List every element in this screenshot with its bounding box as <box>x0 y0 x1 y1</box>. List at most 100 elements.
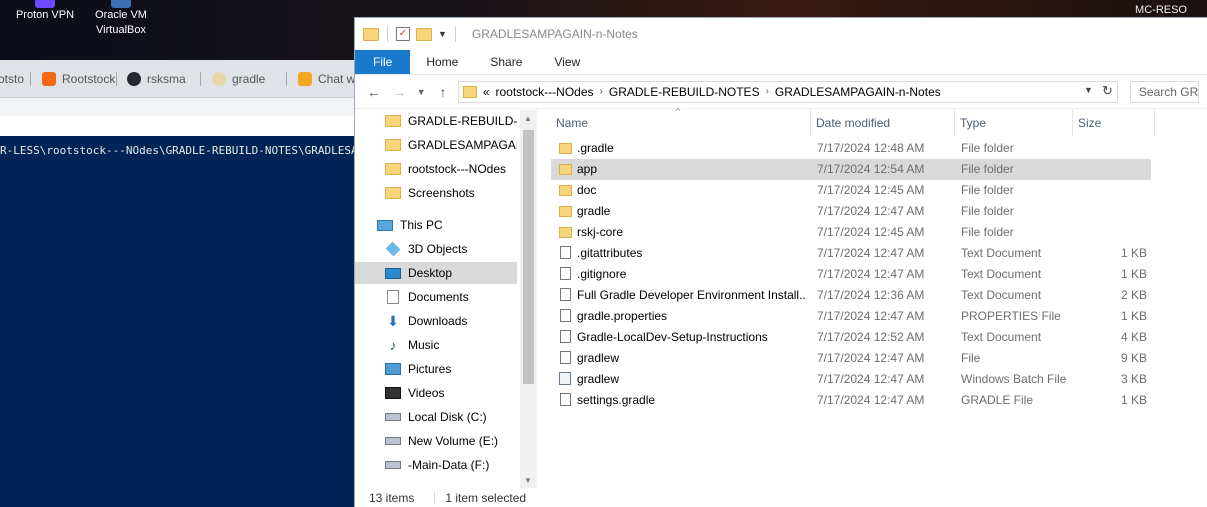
file-row[interactable]: app 7/17/2024 12:54 AM File folder <box>551 159 1151 180</box>
address-bar[interactable]: « rootstock---NOdes › GRADLE-REBUILD-NOT… <box>457 80 1118 103</box>
tab-home[interactable]: Home <box>410 50 474 74</box>
file-row[interactable]: settings.gradle 7/17/2024 12:47 AM GRADLE … <box>551 390 1151 411</box>
file-row[interactable]: .gitignore 7/17/2024 12:47 AM Text Documen… <box>551 264 1151 285</box>
desktop-shortcut-proton-vpn[interactable]: Proton VPN <box>10 0 80 23</box>
column-header-size[interactable]: Size <box>1073 110 1155 136</box>
desktop-shortcut-virtualbox[interactable]: Oracle VM VirtualBox <box>86 0 156 38</box>
file-row[interactable]: Full Gradle Developer Environment Instal… <box>551 285 1151 306</box>
file-size: 1 KB <box>1120 309 1147 323</box>
browser-tab[interactable]: gradle <box>212 70 265 88</box>
download-arrow-icon: ⬇ <box>387 313 399 329</box>
navigation-pane: GRADLE-REBUILD-NOTES GRADLESAMPAGAIN roo… <box>355 110 520 488</box>
desktop-shortcut-label: Proton VPN <box>15 9 75 21</box>
file-name: .gitignore <box>577 267 627 281</box>
navigation-scrollbar[interactable]: ▲ ▼ <box>520 110 537 488</box>
up-arrow-icon[interactable]: ↑ <box>432 84 454 100</box>
file-type: File folder <box>961 162 1014 176</box>
file-row[interactable]: Gradle-LocalDev-Setup-Instructions 7/17/2… <box>551 327 1151 348</box>
browser-tab-label: rsksma <box>147 72 186 86</box>
file-date-modified: 7/17/2024 12:47 AM <box>817 246 925 260</box>
status-bar: 13 items 1 item selected <box>355 488 1207 507</box>
rootstock-icon <box>42 72 56 86</box>
nav-item-downloads[interactable]: ⬇ Downloads <box>355 310 517 332</box>
file-row[interactable]: gradlew 7/17/2024 12:47 AM Windows Batch F… <box>551 369 1151 390</box>
customize-toolbar-icon[interactable]: ▼ <box>438 29 447 39</box>
new-folder-icon[interactable] <box>416 27 432 41</box>
chevron-right-icon[interactable]: › <box>766 86 769 97</box>
terminal-window[interactable] <box>0 116 356 507</box>
file-size: 9 KB <box>1120 351 1147 365</box>
file-date-modified: 7/17/2024 12:52 AM <box>817 330 925 344</box>
chevron-right-icon[interactable]: › <box>600 86 603 97</box>
nav-item-desktop[interactable]: Desktop <box>355 262 517 284</box>
file-row[interactable]: gradle 7/17/2024 12:47 AM File folder <box>551 201 1151 222</box>
file-date-modified: 7/17/2024 12:47 AM <box>817 393 925 407</box>
column-header-date-modified[interactable]: Date modified <box>811 110 955 136</box>
breadcrumb-item[interactable]: GRADLESAMPAGAIN-n-Notes <box>775 85 941 99</box>
nav-item-local-disk-c[interactable]: Local Disk (C:) <box>355 406 517 428</box>
file-row[interactable]: doc 7/17/2024 12:45 AM File folder <box>551 180 1151 201</box>
nav-item-label: New Volume (E:) <box>408 434 499 448</box>
drive-icon <box>385 461 401 469</box>
browser-tab-label: Chat w <box>318 72 356 86</box>
nav-item-quick-access[interactable]: GRADLE-REBUILD-NOTES <box>355 110 517 132</box>
tab-view[interactable]: View <box>538 50 596 74</box>
forward-arrow-icon[interactable]: → <box>389 84 411 100</box>
file-row[interactable]: gradle.properties 7/17/2024 12:47 AM PROPE… <box>551 306 1151 327</box>
browser-tab[interactable]: Rootstock <box>42 70 115 88</box>
browser-tab[interactable]: rsksma <box>127 70 186 88</box>
nav-item-videos[interactable]: Videos <box>355 382 517 404</box>
refresh-icon[interactable]: ↻ <box>1102 83 1113 99</box>
browser-tab[interactable]: otsto <box>0 70 24 88</box>
column-header-type[interactable]: Type <box>955 110 1073 136</box>
nav-item-label: This PC <box>400 218 443 232</box>
browser-tab[interactable]: Chat w <box>298 70 355 88</box>
nav-item-3d-objects[interactable]: 3D Objects <box>355 238 517 260</box>
nav-item-new-volume-e[interactable]: New Volume (E:) <box>355 430 517 452</box>
drive-icon <box>385 413 401 421</box>
file-type: Text Document <box>961 267 1042 281</box>
file-type: Text Document <box>961 246 1042 260</box>
file-row[interactable]: .gradle 7/17/2024 12:48 AM File folder <box>551 138 1151 159</box>
back-arrow-icon[interactable]: ← <box>363 84 385 100</box>
recent-locations-chevron-icon[interactable]: ▼ <box>414 87 428 97</box>
address-row: ← → ▼ ↑ « rootstock---NOdes › GRADLE-REB… <box>355 75 1207 109</box>
nav-item-quick-access[interactable]: Screenshots <box>355 182 517 204</box>
file-size: 4 KB <box>1120 330 1147 344</box>
nav-item-quick-access[interactable]: GRADLESAMPAGAIN <box>355 134 517 156</box>
breadcrumb-item[interactable]: rootstock---NOdes <box>496 85 594 99</box>
title-bar[interactable]: ✓ ▼ GRADLESAMPAGAIN-n-Notes <box>355 18 1207 50</box>
address-dropdown-icon[interactable]: ▼ <box>1084 85 1093 95</box>
nav-item-documents[interactable]: Documents <box>355 286 517 308</box>
tab-file[interactable]: File <box>355 50 411 74</box>
breadcrumb-item[interactable]: GRADLE-REBUILD-NOTES <box>609 85 760 99</box>
file-size: 1 KB <box>1120 246 1147 260</box>
file-row[interactable]: rskj-core 7/17/2024 12:45 AM File folder <box>551 222 1151 243</box>
scroll-up-icon[interactable]: ▲ <box>524 114 532 123</box>
breadcrumb-overflow[interactable]: « <box>483 85 490 99</box>
nav-item-main-data-f[interactable]: -Main-Data (F:) <box>355 454 517 476</box>
nav-item-quick-access[interactable]: rootstock---NOdes <box>355 158 517 180</box>
search-input[interactable]: Search GRA <box>1129 80 1200 103</box>
file-date-modified: 7/17/2024 12:54 AM <box>817 162 925 176</box>
scroll-down-icon[interactable]: ▼ <box>524 476 532 485</box>
file-icon <box>560 330 571 343</box>
properties-icon[interactable]: ✓ <box>396 27 410 41</box>
nav-item-label: Local Disk (C:) <box>408 410 487 424</box>
file-row[interactable]: gradlew 7/17/2024 12:47 AM File 9 KB <box>551 348 1151 369</box>
nav-item-music[interactable]: ♪ Music <box>355 334 517 356</box>
nav-item-pictures[interactable]: Pictures <box>355 358 517 380</box>
file-list: ^ Name Date modified Type Size .gradle 7/… <box>551 106 1207 488</box>
nav-item-this-pc[interactable]: This PC <box>355 214 517 236</box>
selection-count: 1 item selected <box>445 491 527 505</box>
file-explorer-window: ✓ ▼ GRADLESAMPAGAIN-n-Notes File Home Sh… <box>354 17 1207 507</box>
virtualbox-icon <box>111 0 131 8</box>
browser-tab-label: Rootstock <box>62 72 116 86</box>
file-size: 2 KB <box>1120 288 1147 302</box>
file-type: Windows Batch File <box>961 372 1067 386</box>
column-header-name[interactable]: Name <box>551 110 811 136</box>
folder-icon <box>385 115 401 127</box>
tab-share[interactable]: Share <box>474 50 538 74</box>
file-row[interactable]: .gitattributes 7/17/2024 12:47 AM Text Doc… <box>551 243 1151 264</box>
scrollbar-thumb[interactable] <box>523 130 534 384</box>
